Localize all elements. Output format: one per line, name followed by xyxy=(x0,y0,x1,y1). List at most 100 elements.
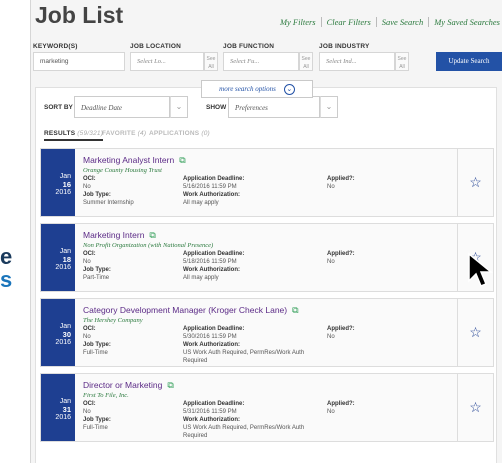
show-label: SHOW xyxy=(206,104,227,111)
chevron-down-icon: ⌄ xyxy=(283,83,295,95)
job-card[interactable]: Jan 18 2016 Marketing Intern ⧉ Non Profit… xyxy=(40,223,494,292)
job-type-value: Full-Time xyxy=(83,350,108,356)
mouse-pointer-icon xyxy=(468,252,494,287)
clear-filters-link[interactable]: Clear Filters xyxy=(322,17,377,27)
employer-name: First To File, Inc. xyxy=(83,392,129,399)
deadline-label: Application Deadline: xyxy=(183,326,245,332)
posting-date: Jan 30 2016 xyxy=(41,299,75,366)
applied-label: Applied?: xyxy=(327,176,355,182)
favorite-star-icon[interactable]: ☆ xyxy=(457,374,493,441)
work-auth-label: Work Authorization: xyxy=(183,192,240,198)
oci-label: OCI: xyxy=(83,176,96,182)
deadline-label: Application Deadline: xyxy=(183,401,245,407)
job-function-input[interactable]: Select Fu... xyxy=(223,52,299,71)
job-type-value: Part-Time xyxy=(83,275,110,281)
job-title-link[interactable]: Director or Marketing ⧉ xyxy=(83,380,174,391)
applied-value: No xyxy=(327,184,335,190)
date-day: 16 xyxy=(62,180,71,189)
work-auth-label: Work Authorization: xyxy=(183,342,240,348)
show-select[interactable]: Preferences xyxy=(228,96,320,118)
work-auth-value: All may apply xyxy=(183,200,219,206)
job-card[interactable]: Jan 31 2016 Director or Marketing ⧉ First… xyxy=(40,373,494,442)
tab-results-label: RESULTS xyxy=(44,130,76,137)
results-tabs: RESULTS (59/321) FAVORITE (4) APPLICATIO… xyxy=(36,128,496,142)
job-card[interactable]: Jan 30 2016 Category Development Manager… xyxy=(40,298,494,367)
results-container: SORT BY Deadline Date ⌄ SHOW Preferences… xyxy=(35,87,497,463)
applied-label: Applied?: xyxy=(327,251,355,257)
external-link-icon[interactable]: ⧉ xyxy=(149,230,155,241)
job-location-label: JOB LOCATION xyxy=(130,43,182,50)
oci-label: OCI: xyxy=(83,251,96,257)
applied-value: No xyxy=(327,334,335,340)
oci-value: No xyxy=(83,259,91,265)
more-search-options-label: more search options xyxy=(219,85,276,93)
tab-favorite-label: FAVORITE xyxy=(102,130,136,137)
posting-date: Jan 18 2016 xyxy=(41,224,75,291)
background-text-fragment-s: s xyxy=(0,267,13,292)
job-card[interactable]: Jan 16 2016 Marketing Analyst Intern ⧉ Or… xyxy=(40,148,494,217)
posting-date: Jan 16 2016 xyxy=(41,149,75,216)
tab-results-count: (59/321) xyxy=(77,130,104,137)
update-search-button[interactable]: Update Search xyxy=(436,52,502,71)
oci-value: No xyxy=(83,409,91,415)
my-saved-searches-link[interactable]: My Saved Searches xyxy=(429,17,500,27)
job-type-label: Job Type: xyxy=(83,192,111,198)
page-title: Job List xyxy=(35,2,124,28)
deadline-label: Application Deadline: xyxy=(183,176,245,182)
work-auth-value: US Work Auth Required, PermRes/Work Auth… xyxy=(183,350,305,364)
job-list-panel: Job List My Filters Clear Filters Save S… xyxy=(30,0,502,463)
job-title: Director or Marketing xyxy=(83,380,163,390)
tab-favorite-count: (4) xyxy=(137,130,147,137)
job-title: Category Development Manager (Kroger Che… xyxy=(83,305,288,315)
keywords-label: KEYWORD(S) xyxy=(33,43,78,50)
function-see-all-button[interactable]: See All xyxy=(299,52,313,71)
job-industry-label: JOB INDUSTRY xyxy=(319,43,370,50)
date-day: 30 xyxy=(62,330,71,339)
my-filters-link[interactable]: My Filters xyxy=(275,17,322,27)
oci-label: OCI: xyxy=(83,326,96,332)
sort-chevron-down-icon[interactable]: ⌄ xyxy=(170,96,188,118)
job-function-label: JOB FUNCTION xyxy=(223,43,275,50)
favorite-star-icon[interactable]: ☆ xyxy=(457,299,493,366)
job-title-link[interactable]: Marketing Intern ⧉ xyxy=(83,230,156,241)
oci-value: No xyxy=(83,184,91,190)
industry-see-all-button[interactable]: See All xyxy=(395,52,409,71)
work-auth-label: Work Authorization: xyxy=(183,267,240,273)
favorite-star-icon[interactable]: ☆ xyxy=(457,149,493,216)
tab-favorite[interactable]: FAVORITE (4) xyxy=(102,130,146,137)
work-auth-value: All may apply xyxy=(183,275,219,281)
save-search-link[interactable]: Save Search xyxy=(377,17,430,27)
employer-name: Non Profit Organization (with National P… xyxy=(83,242,214,249)
location-see-all-button[interactable]: See All xyxy=(204,52,218,71)
job-title-link[interactable]: Category Development Manager (Kroger Che… xyxy=(83,305,299,316)
oci-label: OCI: xyxy=(83,401,96,407)
job-title-link[interactable]: Marketing Analyst Intern ⧉ xyxy=(83,155,186,166)
deadline-value: 5/18/2016 11:59 PM xyxy=(183,259,237,265)
date-year: 2016 xyxy=(55,414,71,421)
external-link-icon[interactable]: ⧉ xyxy=(167,380,173,391)
work-auth-label: Work Authorization: xyxy=(183,417,240,423)
tab-applications[interactable]: APPLICATIONS (0) xyxy=(149,130,210,137)
tab-applications-label: APPLICATIONS xyxy=(149,130,200,137)
keywords-input[interactable]: marketing xyxy=(33,52,125,71)
external-link-icon[interactable]: ⧉ xyxy=(179,155,185,166)
more-search-options-button[interactable]: more search options ⌄ xyxy=(201,80,313,98)
applied-label: Applied?: xyxy=(327,326,355,332)
posting-date: Jan 31 2016 xyxy=(41,374,75,441)
work-auth-value: US Work Auth Required, PermRes/Work Auth… xyxy=(183,425,305,439)
applied-value: No xyxy=(327,409,335,415)
deadline-value: 5/16/2016 11:59 PM xyxy=(183,184,237,190)
deadline-label: Application Deadline: xyxy=(183,251,245,257)
applied-value: No xyxy=(327,259,335,265)
tab-applications-count: (0) xyxy=(201,130,210,137)
job-location-input[interactable]: Select Lo... xyxy=(130,52,204,71)
job-title: Marketing Analyst Intern xyxy=(83,155,175,165)
tab-results[interactable]: RESULTS (59/321) xyxy=(44,130,104,141)
date-day: 18 xyxy=(62,255,71,264)
deadline-value: 5/30/2016 11:59 PM xyxy=(183,334,237,340)
job-type-label: Job Type: xyxy=(83,267,111,273)
job-industry-input[interactable]: Select Ind... xyxy=(319,52,395,71)
sort-by-select[interactable]: Deadline Date xyxy=(74,96,170,118)
show-chevron-down-icon[interactable]: ⌄ xyxy=(320,96,338,118)
external-link-icon[interactable]: ⧉ xyxy=(292,305,298,316)
